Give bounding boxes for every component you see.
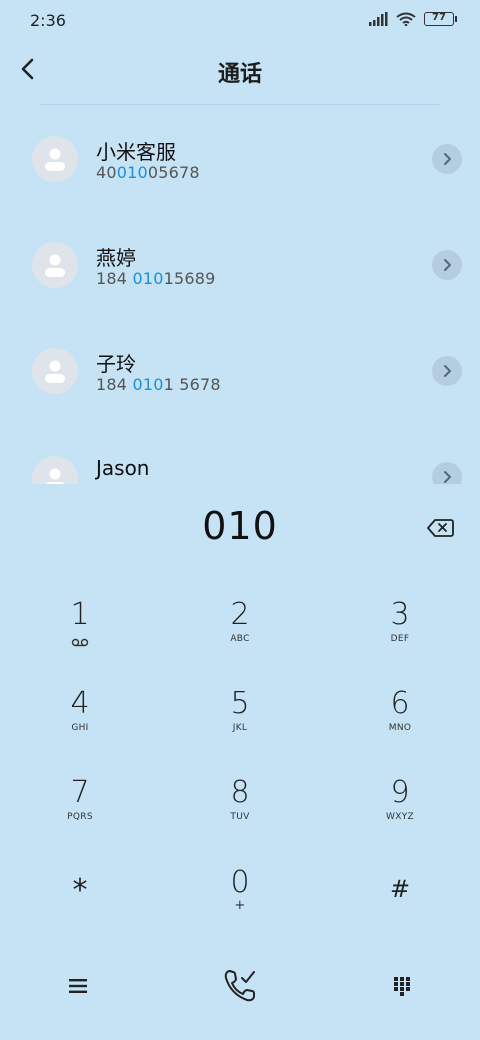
chevron-right-icon <box>444 471 451 483</box>
key-digit: 3 <box>390 597 410 632</box>
status-time: 2:36 <box>30 11 66 30</box>
contact-number: 4001005678 <box>96 163 200 182</box>
chevron-right-icon <box>444 153 451 165</box>
person-icon <box>45 468 65 484</box>
key-digit: 6 <box>390 686 410 721</box>
signal-icon <box>369 12 388 26</box>
contact-detail-button[interactable] <box>432 462 462 484</box>
key-digit: 2 <box>230 597 250 632</box>
key-2[interactable]: 2 ABC <box>180 598 300 678</box>
key-digit: 9 <box>390 775 410 810</box>
key-letters: MNO <box>388 723 412 733</box>
list-item[interactable]: 子玲 184 0101 5678 <box>0 318 480 424</box>
voicemail-icon <box>71 638 89 647</box>
key-letters: PQRS <box>67 812 93 822</box>
contact-number: 184 0101 5678 <box>96 375 221 394</box>
key-digit: 1 <box>70 597 90 632</box>
contact-name: 子玲 <box>96 352 136 376</box>
person-icon <box>45 360 65 383</box>
top-bar: 通话 <box>0 40 480 104</box>
phone-call-icon <box>224 970 255 1002</box>
chevron-right-icon <box>444 259 451 271</box>
person-icon <box>45 254 65 277</box>
key-hash[interactable]: # <box>340 868 460 948</box>
key-6[interactable]: 6 MNO <box>340 687 460 767</box>
key-digit: 0 <box>230 865 250 900</box>
contact-detail-button[interactable] <box>432 144 462 174</box>
status-bar: 2:36 77 <box>0 0 480 40</box>
key-digit: 8 <box>230 775 250 810</box>
key-5[interactable]: 5 JKL <box>180 687 300 767</box>
contact-detail-button[interactable] <box>432 250 462 280</box>
dial-entry: 010 <box>0 500 480 560</box>
key-9[interactable]: 9 WXYZ <box>340 776 460 856</box>
header-divider <box>40 104 440 105</box>
keypad-toggle-button[interactable] <box>377 966 427 1006</box>
key-letters: JKL <box>232 723 248 733</box>
key-digit: 5 <box>230 686 250 721</box>
contact-name: 小米客服 <box>96 140 176 164</box>
key-star[interactable]: * <box>20 868 140 948</box>
key-0[interactable]: 0 + <box>180 866 300 946</box>
key-digit: 4 <box>70 686 90 721</box>
key-letters: + <box>234 898 246 913</box>
contact-number: 184 01015689 <box>96 269 216 288</box>
key-1[interactable]: 1 <box>20 598 140 678</box>
status-icons: 77 <box>368 12 457 26</box>
key-digit: * <box>72 873 88 908</box>
backspace-button[interactable] <box>424 514 456 542</box>
battery-level: 77 <box>432 12 446 23</box>
battery-icon: 77 <box>424 12 457 26</box>
page-title: 通话 <box>217 62 262 87</box>
wifi-icon <box>396 12 416 26</box>
backspace-icon <box>427 519 454 537</box>
key-letters: GHI <box>71 723 89 733</box>
contact-results-list[interactable]: 小米客服 4001005678 燕婷 184 01015689 子玲 184 0… <box>0 106 480 484</box>
menu-button[interactable] <box>53 966 103 1006</box>
key-3[interactable]: 3 DEF <box>340 598 460 678</box>
contact-name: 燕婷 <box>96 246 136 270</box>
avatar <box>32 136 78 182</box>
list-item[interactable]: 小米客服 4001005678 <box>0 106 480 212</box>
key-letters: DEF <box>390 634 410 644</box>
avatar <box>32 242 78 288</box>
chevron-right-icon <box>444 365 451 377</box>
key-8[interactable]: 8 TUV <box>180 776 300 856</box>
key-digit: # <box>389 875 411 903</box>
keypad-icon <box>394 977 410 996</box>
key-letters: ABC <box>230 634 250 644</box>
key-letters: WXYZ <box>386 812 414 822</box>
bottom-bar <box>0 950 480 1030</box>
avatar <box>32 456 78 484</box>
menu-icon <box>69 979 87 993</box>
avatar <box>32 348 78 394</box>
contact-name: Jason <box>96 456 150 480</box>
key-digit: 7 <box>70 775 90 810</box>
key-4[interactable]: 4 GHI <box>20 687 140 767</box>
list-item[interactable]: 燕婷 184 01015689 <box>0 212 480 318</box>
list-item[interactable]: Jason <box>0 424 480 484</box>
key-letters: TUV <box>230 812 250 822</box>
contact-detail-button[interactable] <box>432 356 462 386</box>
call-button[interactable] <box>212 962 268 1010</box>
person-icon <box>45 148 65 171</box>
dialed-number: 010 <box>202 504 278 548</box>
key-7[interactable]: 7 PQRS <box>20 776 140 856</box>
